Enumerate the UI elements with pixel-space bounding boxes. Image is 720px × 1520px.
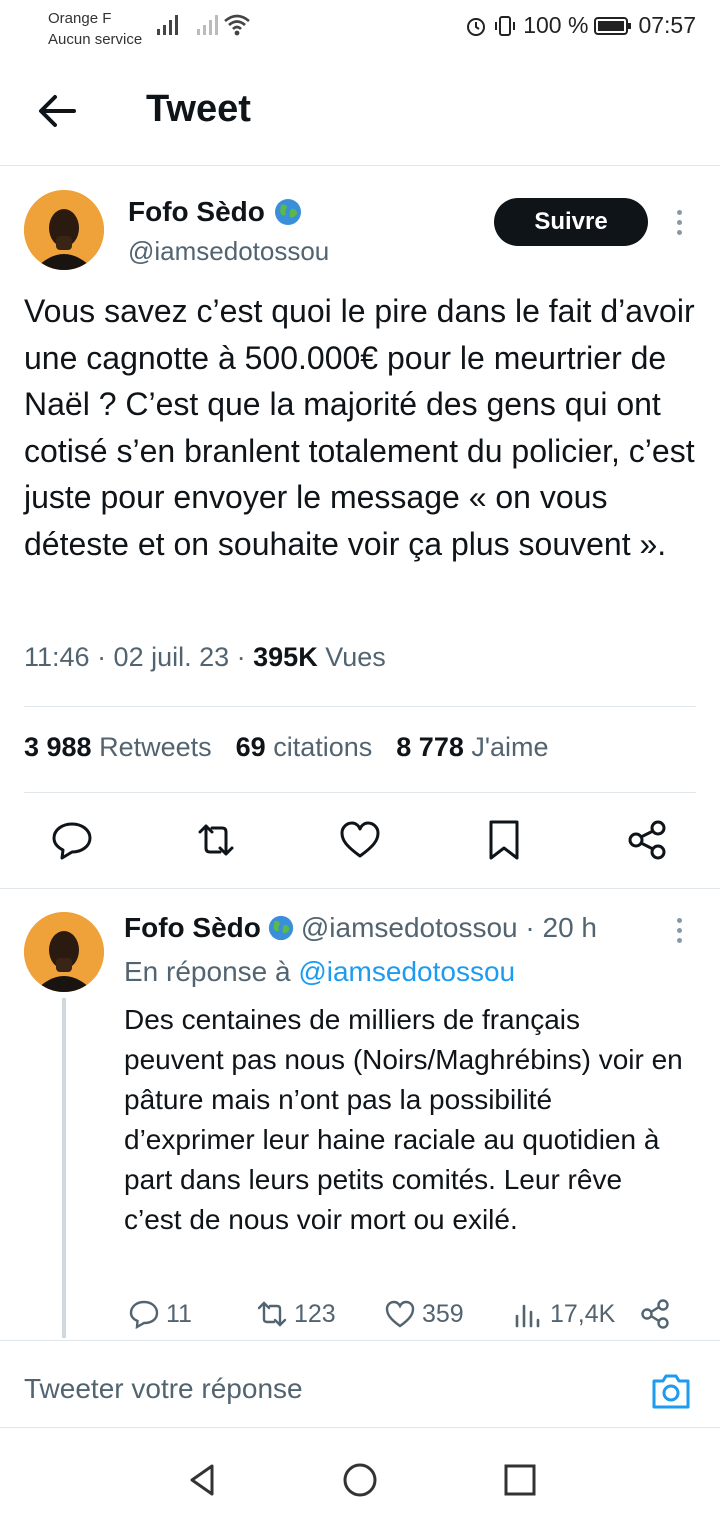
reply-to-line: En réponse à @iamsedotossou: [124, 956, 515, 988]
reply-actions: 11 123 359 17,4K: [124, 1298, 694, 1338]
app-header: Tweet: [0, 60, 720, 166]
reply-author-avatar[interactable]: [24, 912, 104, 992]
reply-to-handle[interactable]: @iamsedotossou: [298, 956, 515, 987]
author-avatar[interactable]: [24, 190, 104, 270]
service-status: Aucun service: [48, 31, 143, 48]
author-handle[interactable]: @iamsedotossou: [128, 236, 329, 267]
follow-button[interactable]: Suivre: [494, 198, 648, 246]
carrier-name: Orange F: [48, 10, 112, 27]
more-options-icon[interactable]: [674, 210, 684, 240]
tweet-actions: [0, 818, 720, 868]
clock: 07:57: [638, 12, 696, 38]
reply-share-button[interactable]: [640, 1298, 672, 1330]
reply-header: Fofo Sèdo @iamsedotossou · 20 h: [124, 912, 597, 944]
reply-reply-button[interactable]: 11: [128, 1298, 192, 1330]
retweet-icon[interactable]: [194, 818, 238, 862]
reply-views-count: 17,4K: [550, 1299, 616, 1328]
battery-icon: [594, 16, 632, 35]
tweet-text: Vous savez c’est quoi le pire dans le fa…: [24, 293, 695, 562]
nav-recents-icon[interactable]: [500, 1460, 540, 1500]
reply-author-handle[interactable]: @iamsedotossou · 20 h: [301, 912, 597, 944]
retweets-label: Retweets: [99, 732, 212, 762]
reply-retweets-count: 123: [294, 1299, 336, 1328]
reply-icon: [129, 1300, 159, 1330]
avatar-image: [24, 190, 104, 270]
likes-label: J'aime: [471, 732, 549, 762]
like-icon[interactable]: [338, 818, 382, 862]
reply-author-name[interactable]: Fofo Sèdo: [124, 912, 261, 944]
section-divider: [0, 888, 720, 889]
reply-replies-count: 11: [166, 1299, 192, 1328]
thread-line: [62, 998, 66, 1338]
battery-percent: 100 %: [523, 12, 589, 38]
like-icon: [385, 1300, 415, 1328]
views-count: 395K: [253, 642, 318, 672]
wifi-icon: [224, 14, 250, 36]
reply-like-button[interactable]: 359: [384, 1298, 464, 1330]
page-title: Tweet: [146, 88, 251, 130]
tweet-timestamp: 11:46 · 02 juil. 23 ·: [24, 642, 254, 672]
quotes-label: citations: [273, 732, 373, 762]
reply-input[interactable]: Tweeter votre réponse: [24, 1373, 303, 1405]
divider: [24, 706, 696, 707]
vibrate-icon: [495, 15, 516, 36]
status-bar: Orange F Aucun service 100 % 07:57: [0, 0, 720, 60]
camera-icon[interactable]: [650, 1371, 692, 1411]
quotes-count: 69: [235, 732, 266, 762]
alarm-icon: [467, 17, 486, 36]
globe-emoji-icon: [274, 199, 301, 225]
reply-views-button[interactable]: 17,4K: [512, 1298, 615, 1330]
author-name-text: Fofo Sèdo: [128, 196, 265, 227]
views-label: Vues: [317, 642, 386, 672]
reply-text: Des centaines de milliers de français pe…: [124, 1004, 683, 1235]
author-name[interactable]: Fofo Sèdo: [128, 196, 303, 228]
signal-icon: [157, 15, 178, 35]
tweet-stats: 3 988 Retweets 69 citations 8 778 J'aime: [24, 732, 549, 763]
divider: [24, 792, 696, 793]
retweet-icon: [257, 1301, 287, 1327]
views-icon: [515, 1304, 540, 1328]
likes-count: 8 778: [396, 732, 464, 762]
share-icon: [641, 1299, 669, 1329]
reply-retweet-button[interactable]: 123: [256, 1298, 336, 1330]
nav-home-icon[interactable]: [340, 1460, 380, 1500]
bookmark-icon[interactable]: [482, 818, 526, 862]
retweets-count: 3 988: [24, 732, 92, 762]
reply-likes-count: 359: [422, 1299, 464, 1328]
carrier-info: Orange F Aucun service: [48, 8, 142, 50]
avatar-image: [24, 912, 104, 992]
retweets-stat[interactable]: 3 988 Retweets: [24, 732, 212, 763]
globe-emoji-icon: [268, 915, 294, 941]
compose-bar: Tweeter votre réponse: [0, 1340, 720, 1428]
reply-icon[interactable]: [50, 818, 94, 862]
likes-stat[interactable]: 8 778 J'aime: [396, 732, 548, 763]
share-icon[interactable]: [626, 818, 670, 862]
status-right: 100 % 07:57: [465, 12, 696, 39]
back-arrow-icon[interactable]: [36, 90, 78, 132]
reply-more-options-icon[interactable]: [674, 918, 684, 948]
reply-to-label: En réponse à: [124, 956, 299, 987]
tweet-meta: 11:46 · 02 juil. 23 · 395K Vues: [24, 642, 386, 673]
quotes-stat[interactable]: 69 citations: [236, 732, 373, 763]
signal-2-icon: [197, 15, 218, 35]
system-nav-bar: [0, 1430, 720, 1520]
nav-back-icon[interactable]: [182, 1460, 222, 1500]
